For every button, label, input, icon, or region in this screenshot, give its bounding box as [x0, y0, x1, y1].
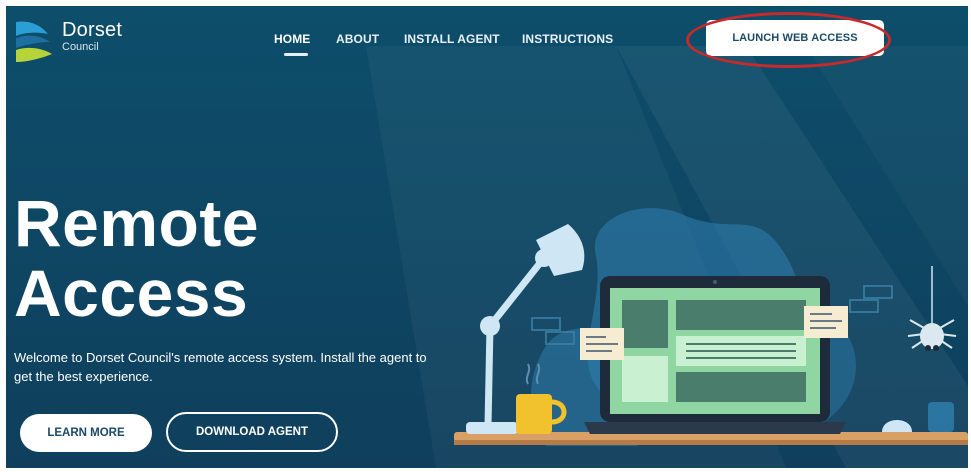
spider-icon [907, 266, 957, 351]
small-box-icon [928, 402, 954, 432]
nav-instructions[interactable]: INSTRUCTIONS [522, 32, 613, 46]
hero-title-line2: Access [14, 256, 249, 330]
hero-subtitle: Welcome to Dorset Council's remote acces… [14, 350, 427, 384]
sticky-note-icon [804, 306, 848, 338]
brand-title: Dorset [62, 19, 123, 41]
learn-more-button[interactable]: LEARN MORE [20, 414, 152, 452]
download-agent-button[interactable]: DOWNLOAD AGENT [166, 412, 338, 452]
hero-illustration [454, 208, 968, 446]
sticky-note-icon [580, 328, 624, 360]
nav-home[interactable]: HOME [274, 32, 310, 46]
dorset-logo-icon[interactable] [14, 18, 54, 62]
brand-name[interactable]: Dorset Council [62, 20, 122, 54]
small-plant-pot [882, 420, 912, 432]
nav-install-agent[interactable]: INSTALL AGENT [404, 32, 500, 46]
web-page: Dorset Council HOME ABOUT INSTALL AGENT … [6, 6, 968, 468]
hero-title-line1: Remote [14, 186, 260, 260]
brand-subtitle: Council [62, 41, 99, 53]
nav-active-indicator [284, 53, 308, 56]
nav-about[interactable]: ABOUT [336, 32, 379, 46]
hero-title: Remote Access [14, 188, 259, 328]
annotation-ring [686, 12, 891, 68]
